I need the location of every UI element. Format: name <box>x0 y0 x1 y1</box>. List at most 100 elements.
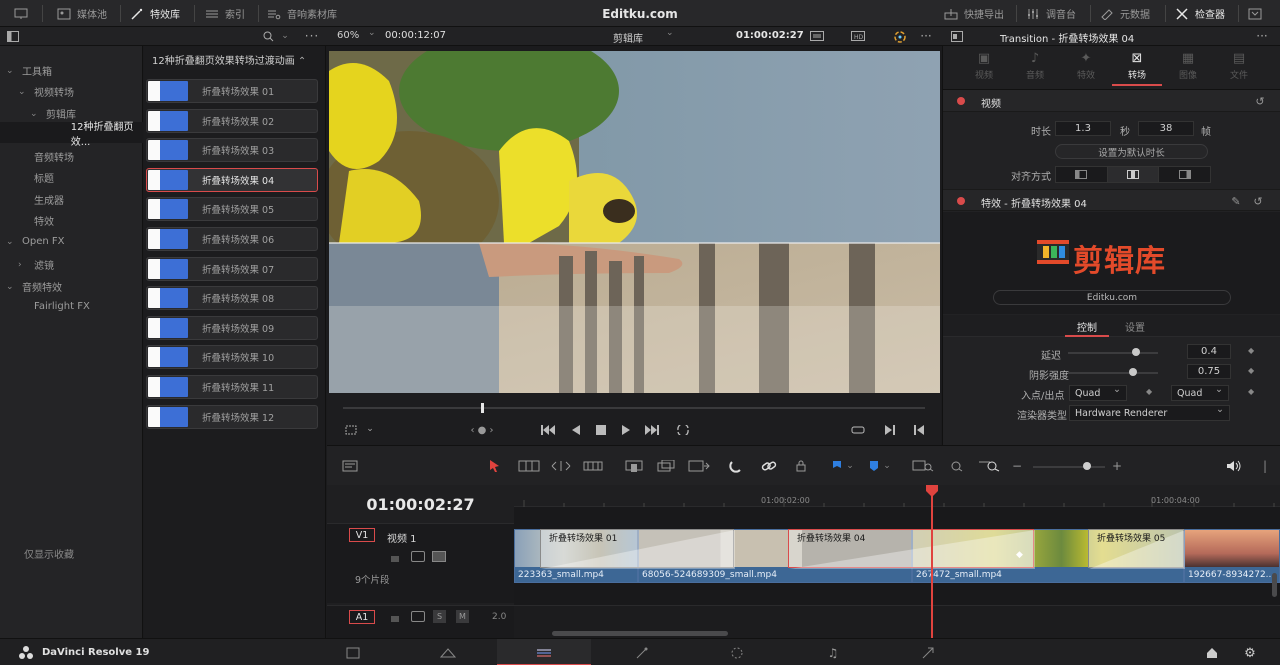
crop-icon[interactable] <box>343 423 359 437</box>
duration-frames-field[interactable]: 38 <box>1138 121 1194 136</box>
mixer-button[interactable]: 调音台 <box>1026 0 1076 27</box>
timeline-tracks[interactable]: 01:00:02:00 01:00:04:00 223363_small.mp4… <box>514 485 1280 638</box>
playhead[interactable] <box>931 485 933 638</box>
track-visibility-icon[interactable] <box>432 551 446 562</box>
magic-wand-icon[interactable]: ✎ <box>1229 194 1243 208</box>
cut-page-icon[interactable] <box>438 644 458 662</box>
inspector-tab[interactable]: ▦ 图像 <box>1163 50 1213 86</box>
gear-icon[interactable]: ⚙ <box>1241 644 1259 662</box>
align-start-button[interactable] <box>1056 167 1108 182</box>
inspector-tab[interactable]: ⊠ 转场 <box>1112 50 1162 86</box>
transition-block[interactable]: 折叠转场效果 01 <box>540 529 735 569</box>
shadow-slider-track[interactable] <box>1068 372 1158 374</box>
home-icon[interactable] <box>1203 644 1221 662</box>
timeline-ruler[interactable]: 01:00:02:00 01:00:04:00 <box>514 485 1280 507</box>
chevron-down-icon[interactable]: ⌄ <box>845 458 855 474</box>
zoom-full-icon[interactable] <box>911 458 935 474</box>
scrubber-playhead[interactable] <box>481 403 484 413</box>
tree-item[interactable]: Fairlight FX <box>0 296 143 317</box>
ease-out-dropdown[interactable]: Quad <box>1171 384 1229 401</box>
tree-item[interactable]: ⌄ 工具箱 <box>0 60 143 81</box>
transition-block[interactable]: 折叠转场效果 05 <box>1088 529 1185 569</box>
inspector-panel-icon[interactable] <box>950 30 964 43</box>
lock-icon[interactable] <box>793 458 809 474</box>
effect-list-item[interactable]: 折叠转场效果 08 <box>146 286 318 311</box>
chevron-icon[interactable]: ⌄ <box>6 66 16 76</box>
tree-item[interactable]: 标题 <box>0 167 143 188</box>
tree-item[interactable]: ⌄ Open FX <box>0 231 143 252</box>
align-end-button[interactable] <box>1159 167 1210 182</box>
effect-list-item[interactable]: 折叠转场效果 11 <box>146 375 318 399</box>
fusion-page-icon[interactable] <box>632 644 652 662</box>
chevron-icon[interactable]: ⌄ <box>30 109 40 119</box>
subtab-controls[interactable]: 控制 <box>1065 319 1109 337</box>
tree-item[interactable]: ⌄ 音频特效 <box>0 276 143 297</box>
chevron-icon[interactable]: ⌄ <box>18 87 28 97</box>
hd-output-icon[interactable]: HD <box>850 30 866 42</box>
mute-button[interactable]: M <box>456 610 469 623</box>
tree-item[interactable]: 特效 <box>0 210 143 231</box>
volume-icon[interactable] <box>1225 458 1243 474</box>
color-page-icon[interactable] <box>727 644 747 662</box>
timeline-selector[interactable]: 剪辑库 <box>613 30 643 45</box>
tree-item[interactable]: ⌄ 视频转场 <box>0 81 143 102</box>
more-options-icon[interactable]: ··· <box>304 29 320 43</box>
sound-library-button[interactable]: 音响素材库 <box>267 0 337 27</box>
flag-icon[interactable] <box>830 458 844 474</box>
playhead-handle[interactable] <box>926 485 938 497</box>
delay-slider-knob[interactable] <box>1131 348 1140 356</box>
stop-icon[interactable] <box>594 422 608 438</box>
next-edit-icon[interactable] <box>882 422 898 438</box>
sidebar-toggle-icon[interactable] <box>6 30 20 43</box>
keyframe-icon[interactable]: ◆ <box>1248 366 1254 375</box>
selection-tool-icon[interactable] <box>487 458 503 474</box>
insert-clip-icon[interactable] <box>623 458 645 474</box>
effects-library-button[interactable]: 特效库 <box>130 0 180 27</box>
chevron-icon[interactable]: › <box>18 260 28 270</box>
tree-item[interactable]: 生成器 <box>0 189 143 210</box>
logo-url-button[interactable]: Editku.com <box>993 290 1231 305</box>
color-wheel-icon[interactable] <box>893 30 907 43</box>
jog-control[interactable]: ‹ ● › <box>462 423 502 437</box>
keyframe-icon[interactable]: ◆ <box>1248 346 1254 355</box>
effect-list-item[interactable]: 折叠转场效果 09 <box>146 315 318 340</box>
tree-item[interactable]: › 滤镜 <box>0 254 143 275</box>
scrubber-track[interactable] <box>343 407 925 409</box>
effect-list-item[interactable]: 折叠转场效果 10 <box>146 345 318 370</box>
shadow-slider-knob[interactable] <box>1128 368 1137 376</box>
inspector-tab[interactable]: ✦ 特效 <box>1061 50 1111 86</box>
lock-icon[interactable] <box>391 552 401 562</box>
delay-slider-track[interactable] <box>1068 352 1158 354</box>
monitor-icon[interactable] <box>14 0 28 27</box>
ease-in-dropdown[interactable]: Quad <box>1069 384 1127 401</box>
edit-page-tab[interactable] <box>497 639 591 665</box>
zoom-out-icon[interactable]: − <box>1011 458 1023 474</box>
chevron-icon[interactable]: ⌄ <box>6 282 16 292</box>
effect-list-item[interactable]: 折叠转场效果 02 <box>146 108 318 133</box>
zoom-detail-icon[interactable] <box>947 458 969 474</box>
zoom-level[interactable]: 60% <box>337 30 359 41</box>
vertical-scrollbar[interactable] <box>1272 573 1277 597</box>
dynamic-trim-icon[interactable] <box>549 458 573 474</box>
loop-icon[interactable] <box>674 422 692 438</box>
timeline-view-options-icon[interactable] <box>341 458 363 474</box>
effect-list-item[interactable]: 折叠转场效果 03 <box>146 138 318 163</box>
duration-seconds-field[interactable]: 1.3 <box>1055 121 1111 136</box>
snapping-icon[interactable] <box>727 458 745 474</box>
keyframe-icon[interactable]: ◆ <box>1248 387 1254 396</box>
zoom-in-icon[interactable]: + <box>1111 458 1123 474</box>
align-center-button[interactable] <box>1107 167 1160 182</box>
more-options-icon[interactable]: ··· <box>918 29 934 43</box>
effect-list-item[interactable]: 折叠转场效果 06 <box>146 227 318 251</box>
a1-track-label[interactable]: A1 <box>349 610 375 624</box>
video-viewer[interactable] <box>329 51 940 393</box>
inspector-tab[interactable]: ▣ 视频 <box>959 50 1009 86</box>
subtab-settings[interactable]: 设置 <box>1113 319 1157 337</box>
effect-list-item[interactable]: 折叠转场效果 07 <box>146 256 318 281</box>
replace-clip-icon[interactable] <box>687 458 711 474</box>
more-options-icon[interactable]: ··· <box>1254 29 1270 43</box>
effects-list-header[interactable]: 12种折叠翻页效果转场过渡动画 ⌃ <box>152 52 306 67</box>
chevron-icon[interactable]: ⌄ <box>6 237 16 247</box>
delay-value-field[interactable]: 0.4 <box>1187 344 1231 359</box>
fairlight-page-icon[interactable]: ♫ <box>823 644 843 662</box>
